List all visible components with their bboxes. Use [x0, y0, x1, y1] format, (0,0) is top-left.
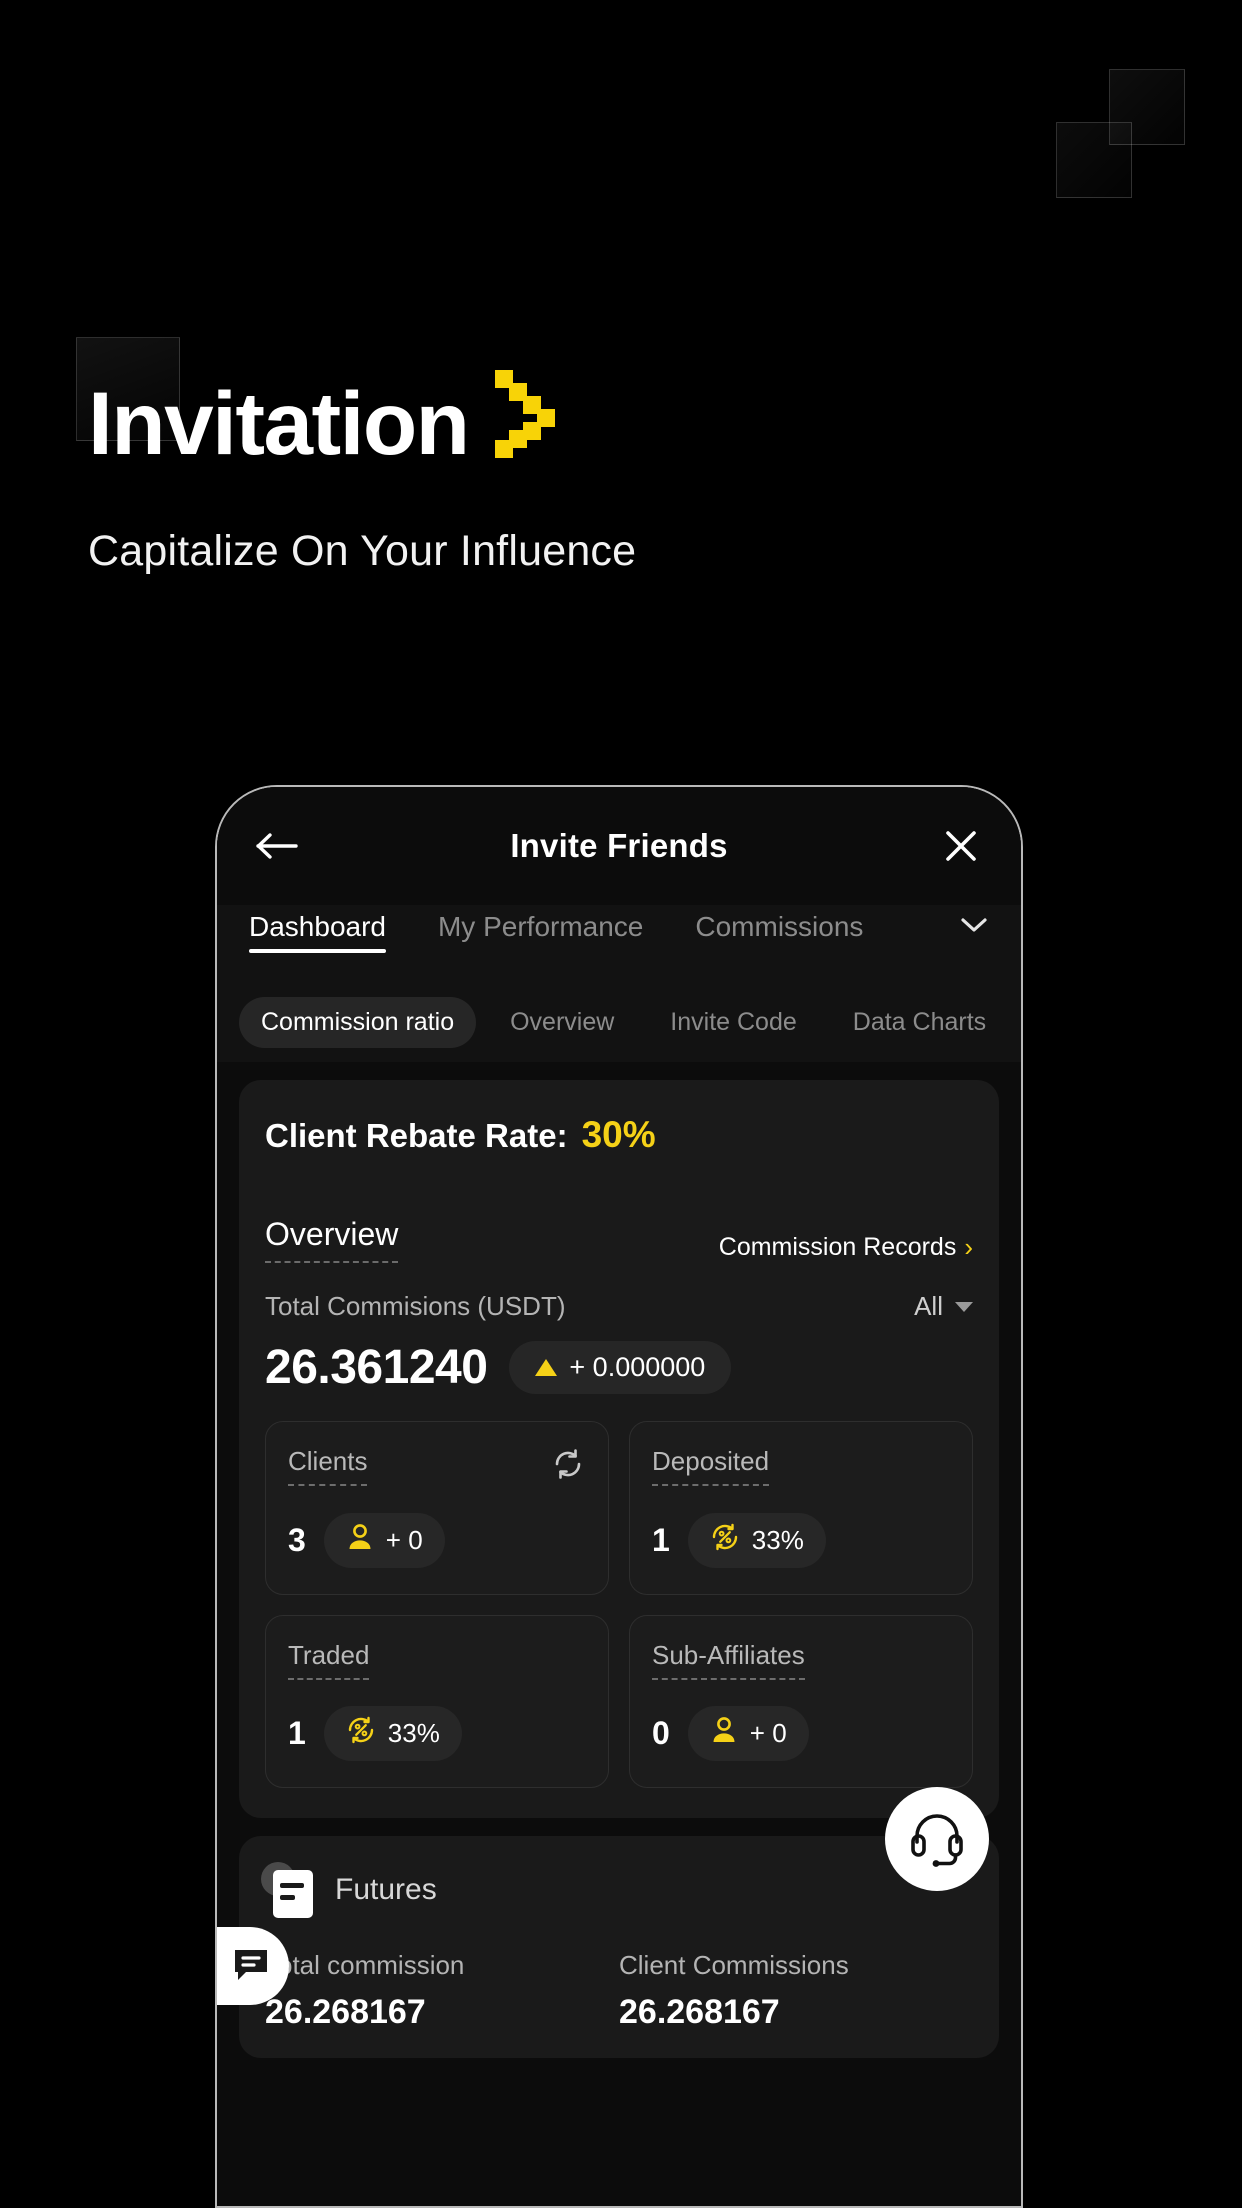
subtab-invite-code[interactable]: Invite Code [648, 997, 818, 1048]
decorative-square-top-front [1056, 122, 1132, 198]
subtab-data-charts[interactable]: Data Charts [831, 997, 1008, 1048]
stat-value: 3 [288, 1522, 306, 1558]
page-root: Invitation Capitalize On Your Influence … [0, 0, 1242, 2208]
triangle-down-icon [955, 1301, 973, 1312]
percent-circle-icon [710, 1522, 740, 1559]
stat-pill: 33% [323, 1706, 462, 1761]
stat-head: Deposited [652, 1446, 950, 1486]
hero-title-row: Invitation [88, 370, 565, 468]
overview-title: Overview [265, 1216, 399, 1263]
phone-mockup: Invite Friends Dashboard My Performance … [215, 785, 1023, 2208]
stat-value: 0 [652, 1715, 670, 1751]
overview-header-row: Overview Commission Records › [265, 1216, 973, 1263]
document-icon [261, 1862, 317, 1918]
stats-grid: Clients 3 + 0 Deposited 1 33% Traded 1 3… [265, 1421, 973, 1788]
person-icon [710, 1715, 738, 1752]
phone-screen: Invite Friends Dashboard My Performance … [217, 787, 1021, 2206]
chevron-down-icon[interactable] [959, 915, 989, 940]
tab-dashboard[interactable]: Dashboard [249, 905, 386, 953]
page-title: Invitation [88, 373, 470, 473]
tab-commissions[interactable]: Commissions [695, 905, 863, 943]
futures-total-commission: Total commission 26.268167 [265, 1950, 619, 2032]
client-rebate-rate-label: Client Rebate Rate: [265, 1117, 568, 1154]
commission-records-label: Commission Records [718, 1233, 957, 1261]
subtab-overview[interactable]: Overview [488, 997, 636, 1048]
futures-header: Futures [261, 1862, 973, 1918]
support-button[interactable] [885, 1787, 989, 1891]
delta-value: + 0.000000 [569, 1352, 706, 1382]
person-icon [346, 1522, 374, 1559]
close-icon[interactable] [933, 818, 989, 874]
stat-pill: + 0 [687, 1706, 809, 1761]
total-commissions-delta-badge: + 0.000000 [509, 1341, 732, 1394]
futures-card[interactable]: Futures Total commission 26.268167 Clien… [239, 1836, 999, 2058]
stat-card-traded[interactable]: Traded 1 33% [265, 1615, 609, 1788]
primary-tabs: Dashboard My Performance Commissions [217, 905, 1021, 983]
stat-pill-text: 33% [387, 1718, 440, 1748]
tab-my-performance[interactable]: My Performance [438, 905, 643, 943]
client-rebate-rate-row: Client Rebate Rate: 30% [265, 1114, 973, 1156]
stat-pill: + 0 [323, 1513, 445, 1568]
chevron-right-icon: › [964, 1232, 973, 1262]
futures-column-label: Client Commissions [619, 1950, 849, 1980]
chat-bubble-icon [229, 1942, 273, 1991]
futures-columns: Total commission 26.268167 Client Commis… [265, 1950, 973, 2032]
stat-card-deposited[interactable]: Deposited 1 33% [629, 1421, 973, 1595]
refresh-icon[interactable] [550, 1446, 586, 1487]
total-commissions-label: Total Commisions (USDT) [265, 1291, 566, 1321]
subtab-commission-ratio[interactable]: Commission ratio [239, 997, 477, 1048]
total-commissions-row: Total Commisions (USDT) All [265, 1291, 973, 1322]
hero-subtitle: Capitalize On Your Influence [88, 527, 637, 575]
futures-client-commissions: Client Commissions 26.268167 [619, 1950, 973, 2032]
stat-body: 1 33% [652, 1513, 950, 1568]
total-commissions-value-row: 26.361240 + 0.000000 [265, 1340, 973, 1395]
futures-title: Futures [335, 1873, 437, 1906]
stat-label: Clients [288, 1446, 368, 1486]
secondary-tabs: Commission ratio Overview Invite Code Da… [217, 983, 1021, 1062]
period-filter-value: All [914, 1291, 943, 1321]
main-content: Client Rebate Rate: 30% Overview Commiss… [217, 1062, 1021, 2058]
stat-body: 0 + 0 [652, 1706, 950, 1761]
stat-pill-text: + 0 [749, 1718, 787, 1748]
stat-head: Traded [288, 1640, 586, 1680]
app-title: Invite Friends [510, 827, 728, 864]
commission-records-link[interactable]: Commission Records › [719, 1232, 973, 1263]
stat-label: Traded [288, 1640, 370, 1680]
stat-card-clients[interactable]: Clients 3 + 0 [265, 1421, 609, 1595]
total-commissions-value: 26.361240 [265, 1341, 488, 1394]
stat-head: Sub-Affiliates [652, 1640, 950, 1680]
stat-head: Clients [288, 1446, 586, 1487]
stat-label: Deposited [652, 1446, 770, 1486]
commission-overview-card: Client Rebate Rate: 30% Overview Commiss… [239, 1080, 999, 1818]
futures-column-value: 26.268167 [265, 1993, 426, 2031]
triangle-up-icon [535, 1359, 558, 1376]
period-filter-dropdown[interactable]: All [914, 1291, 973, 1322]
stat-value: 1 [652, 1522, 670, 1558]
stat-pill: 33% [687, 1513, 826, 1568]
stat-body: 1 33% [288, 1706, 586, 1761]
headset-icon [906, 1806, 968, 1873]
stat-label: Sub-Affiliates [652, 1640, 805, 1680]
stat-value: 1 [288, 1715, 306, 1751]
arrow-left-icon[interactable] [249, 818, 305, 874]
app-navbar: Invite Friends [217, 787, 1021, 905]
percent-circle-icon [346, 1715, 376, 1752]
stat-pill-text: + 0 [385, 1525, 423, 1555]
futures-column-label: Total commission [265, 1950, 465, 1980]
stat-pill-text: 33% [751, 1525, 804, 1555]
pixel-chevron-right-icon [494, 370, 565, 460]
futures-column-value: 26.268167 [619, 1993, 780, 2031]
stat-card-sub-affiliates[interactable]: Sub-Affiliates 0 + 0 [629, 1615, 973, 1788]
stat-body: 3 + 0 [288, 1513, 586, 1568]
client-rebate-rate-value: 30% [581, 1114, 656, 1155]
